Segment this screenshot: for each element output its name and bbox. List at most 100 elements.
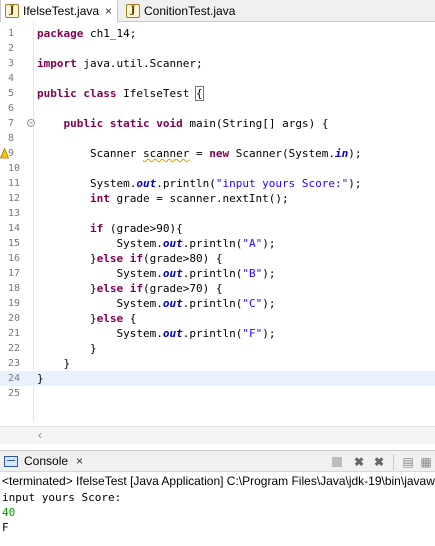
code-token: grade = scanner.nextInt(); [109,192,289,205]
remove-launch-icon[interactable]: ✖ [352,455,366,469]
line-number: 18 [8,283,21,294]
code-token: else [96,282,124,295]
code-token: else [96,312,124,325]
code-token: main(String[] args) { [182,117,329,130]
line-number: 16 [8,253,21,264]
scroll-left-icon[interactable]: ‹ [38,428,42,442]
tab-ifelsetest[interactable]: J IfelseTest.java × [0,0,118,22]
code-line[interactable]: 24} [0,371,435,386]
code-text: int grade = scanner.nextInt(); [37,191,289,206]
code-token: System. [37,297,163,310]
code-token: IfelseTest [116,87,196,100]
code-token: public [63,117,104,130]
code-line[interactable]: 19 System.out.println("C"); [0,296,435,311]
code-text: } [37,341,97,356]
code-token: out [162,327,183,340]
code-token: "B" [242,267,263,280]
console-input-line: 40 [2,506,16,519]
horizontal-scrollbar[interactable]: ‹ [0,426,435,444]
code-text: System.out.println("C"); [37,296,275,311]
fold-toggle-icon[interactable]: − [27,119,35,127]
code-text: }else if(grade>70) { [37,281,223,296]
code-text: public class IfelseTest { [37,86,204,101]
code-token: scanner [142,147,190,160]
code-token: "A" [242,237,263,250]
line-number: 6 [8,103,15,114]
code-text: System.out.println("A"); [37,236,275,251]
code-token: .println( [156,177,216,190]
code-line[interactable]: 8 [0,131,435,146]
code-line[interactable]: 6 [0,101,435,116]
scroll-lock-icon[interactable]: ▤ [401,455,415,469]
line-number: 2 [8,43,15,54]
code-token: if [129,282,143,295]
code-token: new [209,147,230,160]
warning-icon[interactable] [0,148,9,159]
code-text: } [37,371,44,386]
code-token: out [162,297,183,310]
code-editor[interactable]: 1 package ch1_14; 2 3 import java.util.Scann… [0,22,435,444]
line-number: 19 [8,298,21,309]
code-text: public static void main(String[] args) { [37,116,329,131]
code-line[interactable]: 17 System.out.println("B"); [0,266,435,281]
code-line[interactable]: 22 } [0,341,435,356]
word-wrap-icon[interactable]: ▦ [419,455,433,469]
code-token: if [89,222,104,235]
code-line[interactable]: 15 System.out.println("A"); [0,236,435,251]
code-token: System. [37,267,163,280]
code-line[interactable]: 20 }else { [0,311,435,326]
code-token: "input yours Score:" [215,177,349,190]
code-line[interactable]: 11 System.out.println("input yours Score… [0,176,435,191]
code-line[interactable]: 25 [0,386,435,401]
line-number: 1 [8,28,15,39]
editor-tab-bar: J IfelseTest.java × J ConitionTest.java [0,0,435,22]
code-token: } [37,372,44,385]
code-token: { [123,312,137,325]
code-line[interactable]: 16 }else if(grade>80) { [0,251,435,266]
code-token: .println( [182,297,243,310]
code-text: System.out.println("B"); [37,266,275,281]
code-token: ); [348,147,362,160]
code-token: System. [37,237,163,250]
console-output-line: input yours Score: [2,491,122,504]
console-output-line: F [2,521,9,534]
code-token: System. [37,327,163,340]
code-token: } [37,357,71,370]
code-line[interactable]: 10 [0,161,435,176]
code-line[interactable]: 12 int grade = scanner.nextInt(); [0,191,435,206]
code-line[interactable]: 21 System.out.println("F"); [0,326,435,341]
code-line[interactable]: 13 [0,206,435,221]
close-icon[interactable]: × [76,454,83,468]
tab-console[interactable]: Console × [4,454,83,468]
close-icon[interactable]: × [105,4,112,18]
code-token: System. [37,177,137,190]
code-line[interactable]: 23 } [0,356,435,371]
code-token: (grade>80) { [142,252,223,265]
code-line[interactable]: 3 import java.util.Scanner; [0,56,435,71]
tab-label: IfelseTest.java [23,4,100,18]
code-text: package ch1_14; [37,26,136,41]
code-line[interactable]: 5 public class IfelseTest { [0,86,435,101]
tab-conitiontest[interactable]: J ConitionTest.java [122,0,252,22]
code-line[interactable]: 18 }else if(grade>70) { [0,281,435,296]
code-token: } [37,312,97,325]
code-line[interactable]: 14 if (grade>90){ [0,221,435,236]
code-line[interactable]: 4 [0,71,435,86]
code-token: ); [262,267,276,280]
line-number: 14 [8,223,21,234]
code-text: } [37,356,70,371]
code-line[interactable]: 7 public static void main(String[] args)… [0,116,435,131]
code-token: ); [348,177,362,190]
code-token: public [37,87,77,100]
code-line[interactable]: 2 [0,41,435,56]
code-line[interactable]: 9 Scanner scanner = new Scanner(System.i… [0,146,435,161]
remove-all-terminated-icon[interactable]: ✖ [372,455,386,469]
terminate-icon[interactable] [332,457,342,467]
code-token: = [189,147,210,160]
code-line[interactable]: 1 package ch1_14; [0,26,435,41]
line-number: 22 [8,343,21,354]
toolbar-separator [393,454,394,470]
